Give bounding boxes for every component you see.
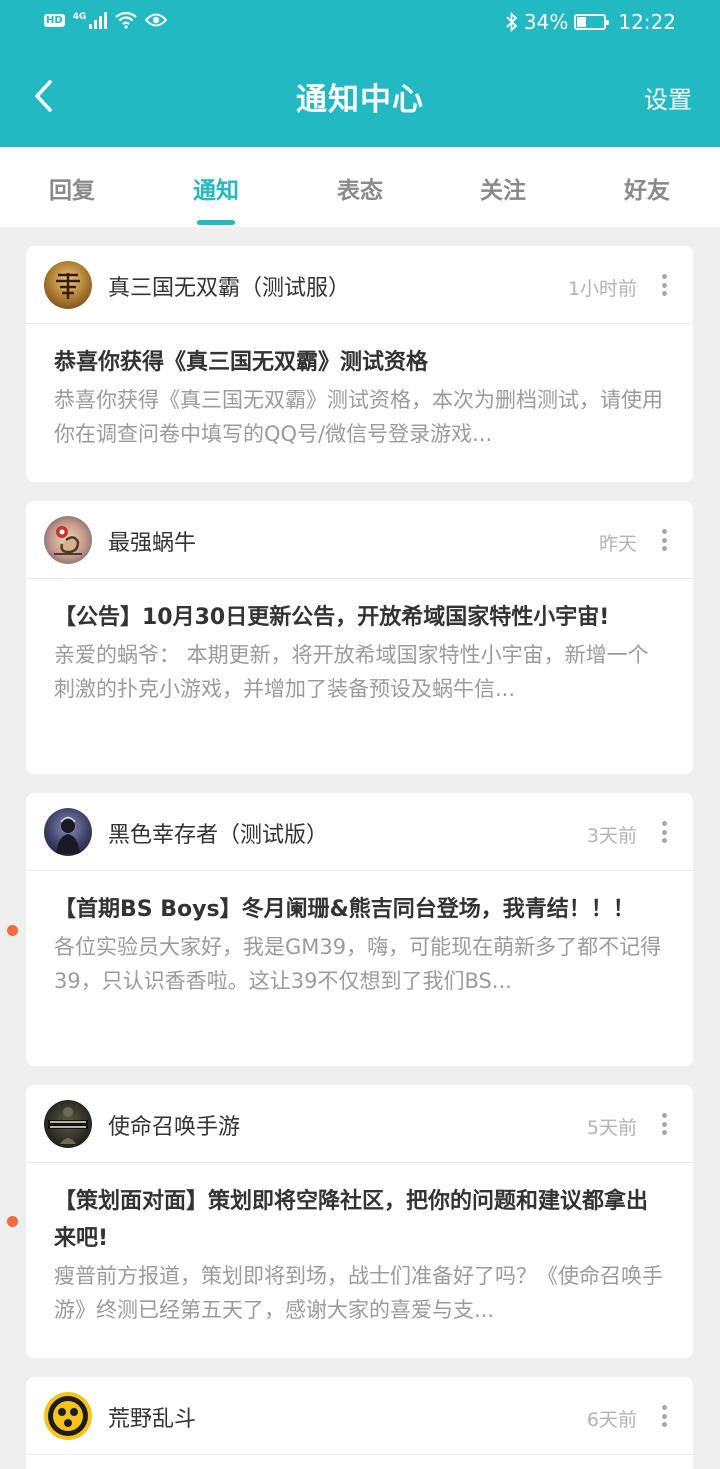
tab-notifications[interactable]: 通知	[166, 171, 266, 205]
game-name: 荒野乱斗	[108, 1407, 197, 1432]
more-options-icon[interactable]	[661, 529, 667, 551]
notification-title: 【策划面对面】策划即将空降社区，把你的问题和建议都拿出来吧!	[54, 1189, 649, 1251]
more-options-icon[interactable]	[661, 274, 667, 296]
tab-reactions[interactable]: 表态	[310, 171, 410, 205]
hd-icon: HD	[44, 13, 65, 27]
card-body: 【策划面对面】策划即将空降社区，把你的问题和建议都拿出来吧! 瘦普前方报道，策划…	[26, 1163, 693, 1327]
card-header: 使命召唤手游 5天前	[26, 1085, 693, 1163]
network-type: 4G	[72, 11, 87, 22]
page-title: 通知中心	[296, 82, 424, 118]
settings-button[interactable]: 设置	[644, 80, 692, 115]
game-logo-icon	[56, 273, 80, 299]
notification-excerpt: 各位实验员大家好，我是GM39，嗨，可能现在萌新多了都不记得39，只认识香香啦。…	[54, 935, 662, 993]
unread-dot	[7, 925, 18, 936]
card-header: 荒野乱斗 6天前	[26, 1377, 693, 1455]
snail-icon	[54, 526, 82, 555]
card-header: 黑色幸存者（测试版） 3天前	[26, 793, 693, 871]
wifi-icon	[115, 11, 138, 29]
notification-title: 【公告】10月30日更新公告，开放希域国家特性小宇宙!	[54, 605, 610, 630]
notification-card[interactable]: 荒野乱斗 6天前	[26, 1377, 693, 1469]
brawl-stars-logo-icon	[48, 1396, 88, 1436]
clock: 12:22	[618, 10, 676, 34]
bluetooth-icon	[506, 12, 518, 32]
game-name: 真三国无双霸（测试服）	[108, 276, 351, 301]
unread-dot	[7, 1216, 18, 1227]
notification-excerpt: 瘦普前方报道，策划即将到场，战士们准备好了吗？《使命召唤手游》终测已经第五天了，…	[54, 1264, 663, 1322]
survivor-icon	[56, 816, 80, 854]
eye-icon	[145, 13, 168, 27]
game-avatar[interactable]	[44, 1392, 92, 1440]
signal-icon: 4G	[72, 11, 108, 29]
active-tab-indicator	[197, 220, 235, 225]
timestamp: 昨天	[598, 533, 637, 555]
notification-card[interactable]: 最强蜗牛 昨天 【公告】10月30日更新公告，开放希域国家特性小宇宙! 亲爱的蜗…	[26, 501, 693, 774]
game-name: 黑色幸存者（测试版）	[108, 823, 329, 848]
notification-card[interactable]: 使命召唤手游 5天前 【策划面对面】策划即将空降社区，把你的问题和建议都拿出来吧…	[26, 1085, 693, 1358]
card-header: 真三国无双霸（测试服） 1小时前	[26, 246, 693, 324]
card-body: 【公告】10月30日更新公告，开放希域国家特性小宇宙! 亲爱的蜗爷： 本期更新，…	[26, 579, 693, 706]
notification-card[interactable]: 真三国无双霸（测试服） 1小时前 恭喜你获得《真三国无双霸》测试资格 恭喜你获得…	[26, 246, 693, 482]
game-name: 使命召唤手游	[108, 1115, 241, 1140]
app-header: HD 4G 34% 12:22 通知中心 设置	[0, 0, 720, 147]
notification-excerpt: 恭喜你获得《真三国无双霸》测试资格，本次为删档测试，请使用你在调查问卷中填写的Q…	[54, 388, 663, 446]
notification-title: 恭喜你获得《真三国无双霸》测试资格	[54, 350, 429, 375]
notification-card[interactable]: 黑色幸存者（测试版） 3天前 【首期BS Boys】冬月阑珊&熊吉同台登场，我青…	[26, 793, 693, 1066]
timestamp: 6天前	[586, 1409, 637, 1431]
game-name: 最强蜗牛	[108, 531, 197, 556]
timestamp: 3天前	[586, 825, 637, 847]
game-avatar[interactable]	[44, 516, 92, 564]
timestamp: 5天前	[586, 1117, 637, 1139]
tab-friends[interactable]: 好友	[597, 171, 697, 205]
battery-icon	[574, 14, 610, 30]
card-body: 恭喜你获得《真三国无双霸》测试资格 恭喜你获得《真三国无双霸》测试资格，本次为删…	[26, 324, 693, 451]
game-avatar[interactable]	[44, 1100, 92, 1148]
timestamp: 1小时前	[567, 278, 637, 300]
cod-logo-icon	[48, 1107, 88, 1144]
tab-reply[interactable]: 回复	[22, 171, 122, 205]
tab-follows[interactable]: 关注	[453, 171, 553, 205]
game-avatar[interactable]	[44, 261, 92, 309]
more-options-icon[interactable]	[661, 1113, 667, 1135]
notification-title: 【首期BS Boys】冬月阑珊&熊吉同台登场，我青结！！！	[54, 897, 635, 922]
more-options-icon[interactable]	[661, 821, 667, 843]
game-avatar[interactable]	[44, 808, 92, 856]
more-options-icon[interactable]	[661, 1405, 667, 1427]
card-header: 最强蜗牛 昨天	[26, 501, 693, 579]
notification-excerpt: 亲爱的蜗爷： 本期更新，将开放希域国家特性小宇宙，新增一个刺激的扑克小游戏，并增…	[54, 643, 649, 701]
battery-percent: 34%	[523, 10, 569, 34]
tab-bar: 回复 通知 表态 关注 好友	[0, 147, 720, 227]
card-body: 【首期BS Boys】冬月阑珊&熊吉同台登场，我青结！！！ 各位实验员大家好，我…	[26, 871, 693, 998]
status-bar: HD 4G 34% 12:22	[0, 0, 720, 46]
